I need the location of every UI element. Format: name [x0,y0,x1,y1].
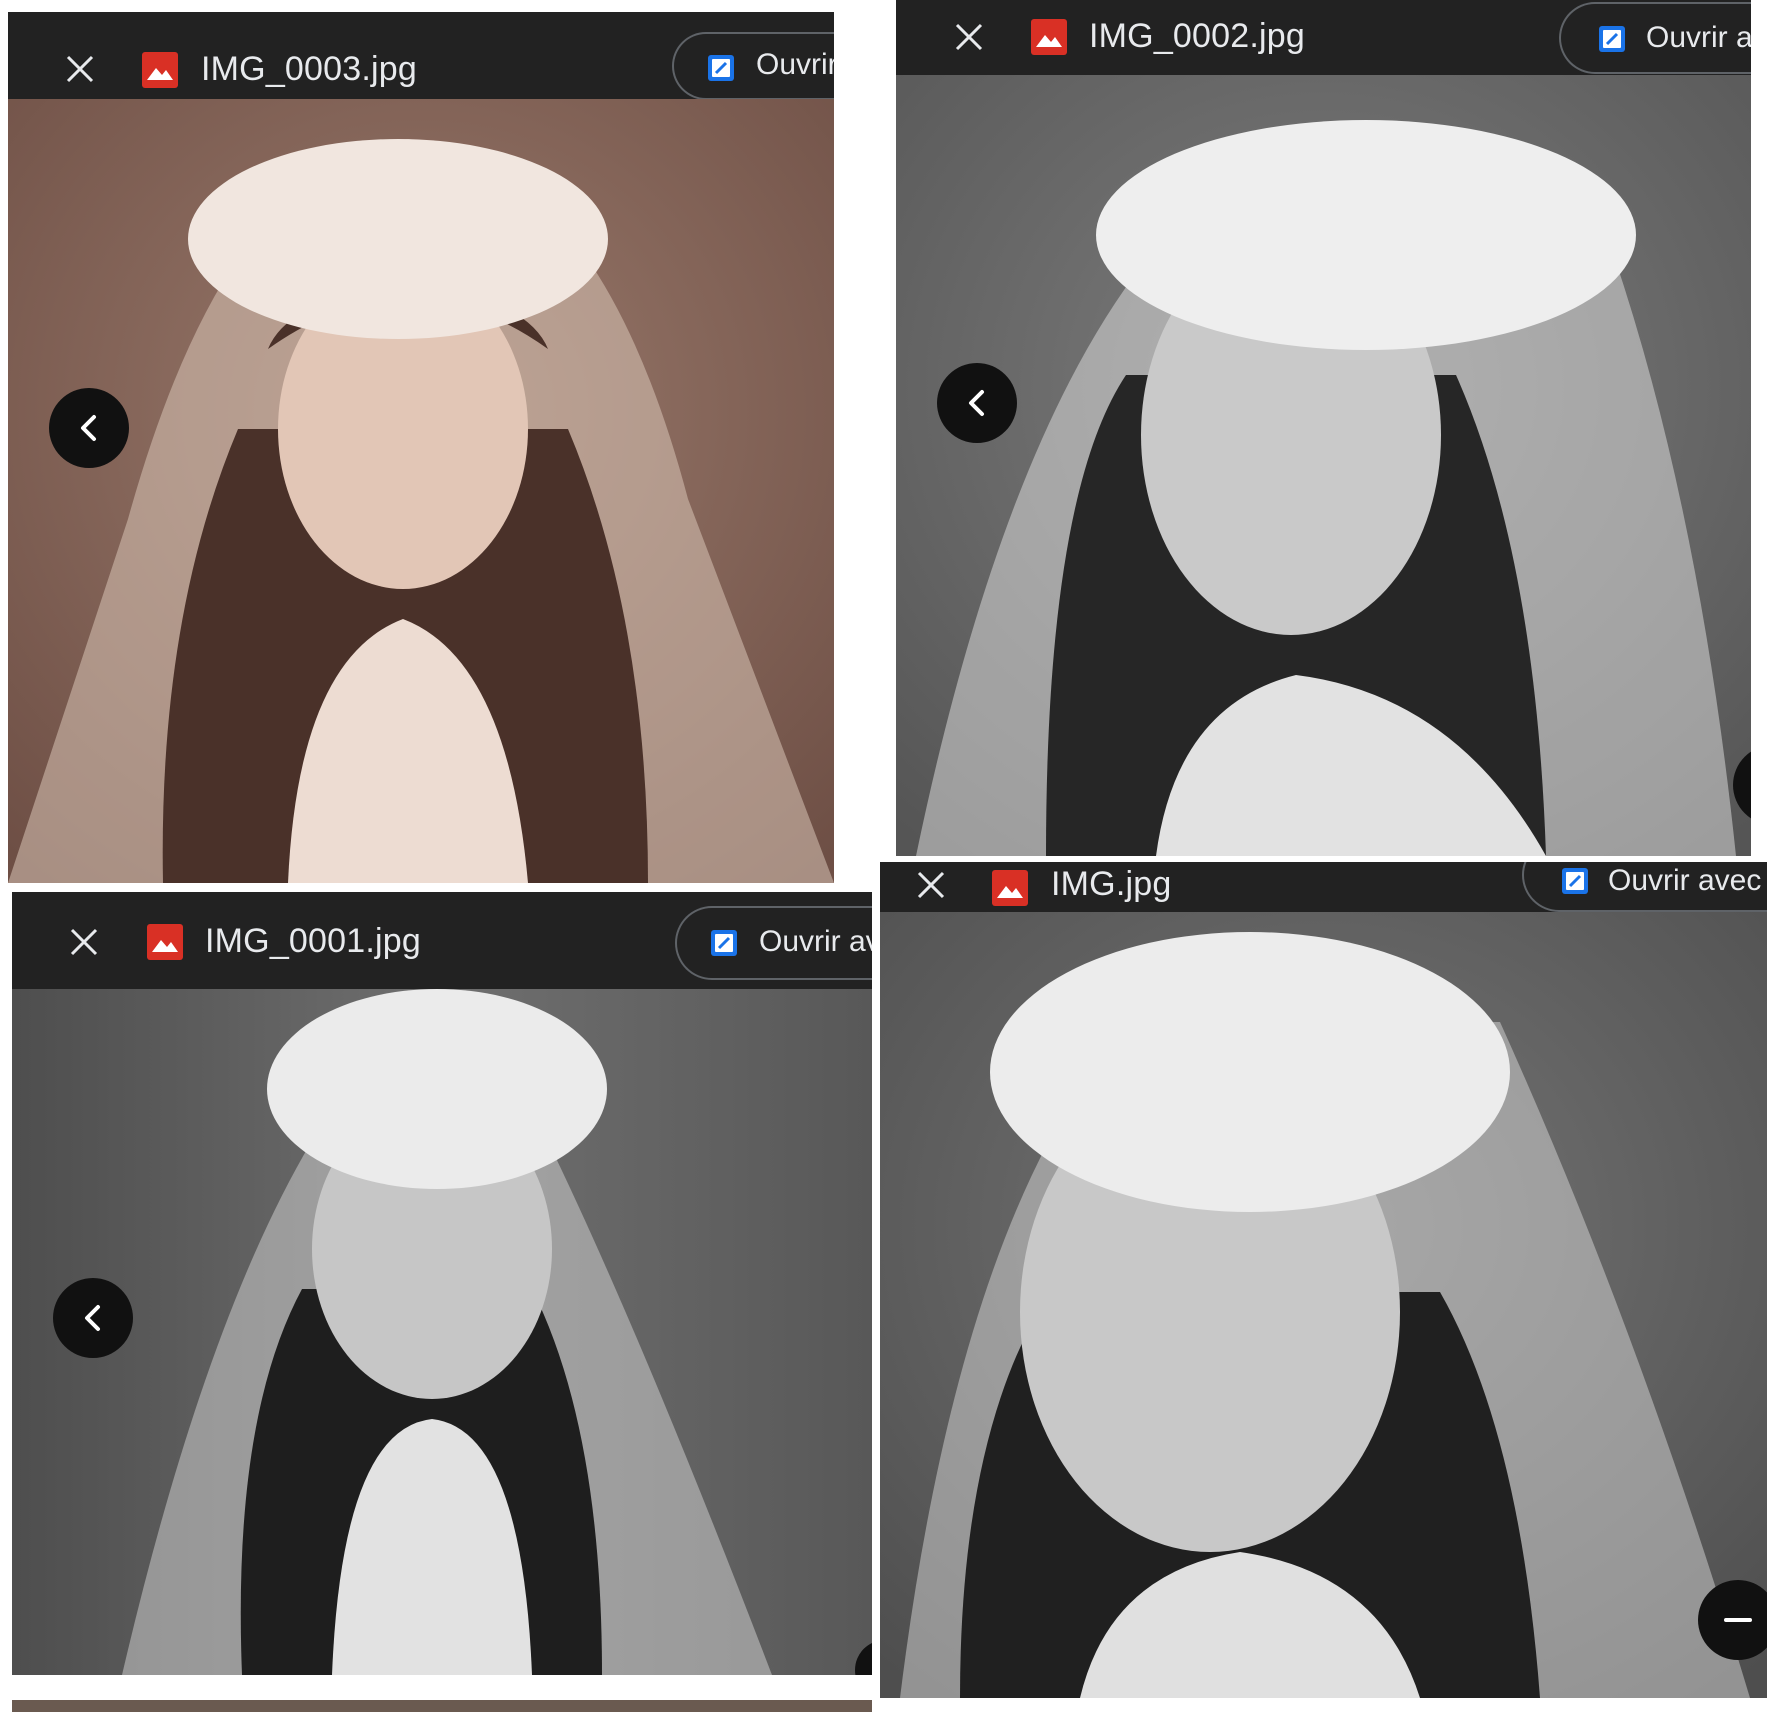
close-icon [66,55,94,83]
photo-editor-app-icon [1562,868,1588,894]
zoom-out-button[interactable] [1698,1580,1767,1660]
chevron-left-icon [85,1305,100,1331]
open-with-button[interactable]: Ouvrir avec [675,906,872,980]
portrait-photo [880,912,1767,1698]
portrait-photo [8,99,834,883]
close-icon [70,928,98,956]
file-name: IMG_0003.jpg [201,50,417,88]
image-file-icon [142,52,178,88]
viewer-toolbar: IMG.jpg Ouvrir avec [880,862,1767,912]
photo-editor-app-icon [711,930,737,956]
close-icon [917,871,945,899]
open-with-label: Ouvrir avec [756,48,834,81]
image-file-icon [147,924,183,960]
photo-preview [880,912,1767,1698]
photo-preview [8,99,834,883]
viewer-toolbar: IMG_0001.jpg Ouvrir avec [12,892,872,989]
image-file-icon [1031,19,1067,55]
open-with-label: Ouvrir avec [759,925,872,958]
open-with-button[interactable]: Ouvrir avec [672,32,834,100]
photo-preview [896,75,1751,856]
viewer-panel-img-0003: IMG_0003.jpg Ouvrir avec [8,0,834,883]
file-name: IMG.jpg [1051,865,1172,903]
viewer-toolbar: IMG_0003.jpg Ouvrir avec [8,12,834,100]
photo-preview [12,989,872,1675]
viewer-panel-img-0001: IMG_0001.jpg Ouvrir avec [12,892,872,1675]
photo-editor-app-icon [708,55,734,81]
viewer-panel-img: IMG.jpg Ouvrir avec [880,862,1767,1698]
previous-button[interactable] [53,1278,133,1358]
close-button[interactable] [67,925,101,959]
open-with-button[interactable]: Ouvrir avec [1559,2,1751,74]
chevron-left-icon [81,415,96,441]
close-button[interactable] [952,20,986,54]
portrait-photo [12,989,872,1675]
chevron-left-icon [969,390,984,416]
previous-button[interactable] [49,388,129,468]
previous-button[interactable] [937,363,1017,443]
close-button[interactable] [914,868,948,902]
file-name: IMG_0001.jpg [205,922,421,960]
viewer-panel-img-0002: IMG_0002.jpg Ouvrir avec [896,0,1751,856]
top-strip [8,0,834,12]
viewer-toolbar: IMG_0002.jpg Ouvrir avec [896,0,1751,75]
close-button[interactable] [63,52,97,86]
portrait-photo [896,75,1751,856]
file-name: IMG_0002.jpg [1089,17,1305,55]
minus-icon [1724,1618,1752,1622]
close-icon [955,23,983,51]
bottom-edge-strip [12,1700,872,1712]
open-with-label: Ouvrir avec [1646,21,1751,54]
open-with-button[interactable]: Ouvrir avec [1522,862,1767,912]
open-with-label: Ouvrir avec [1608,864,1762,897]
image-file-icon [992,870,1028,906]
photo-editor-app-icon [1599,26,1625,52]
